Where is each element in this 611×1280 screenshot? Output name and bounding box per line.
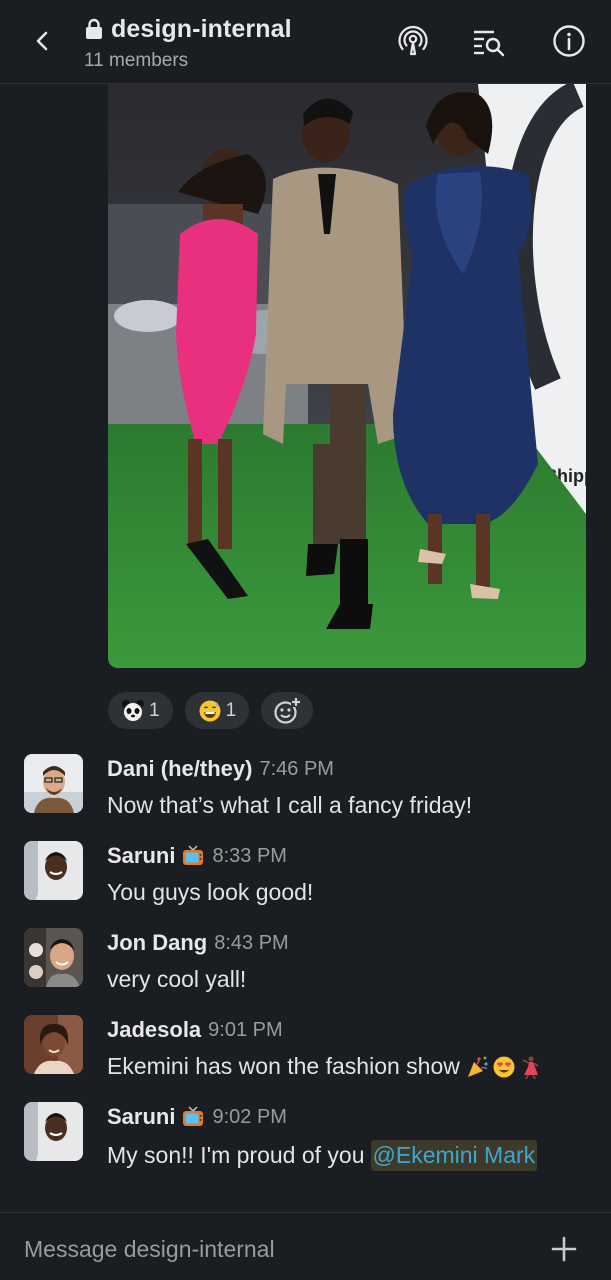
reaction-count: 1 — [149, 699, 160, 721]
member-count: 11 members — [84, 50, 189, 71]
message-text: Now that’s what I call a fancy friday! — [107, 792, 473, 818]
photo-three-people: Chipp — [108, 84, 586, 668]
message-item: Jon Dang 8:43 PM very cool yall! — [0, 926, 611, 1006]
tv-icon — [183, 1106, 204, 1126]
message-item: Jadesola 9:01 PM Ekemini has won the fas… — [0, 1013, 611, 1093]
plus-icon[interactable] — [550, 1235, 578, 1263]
grinning-sweat-icon — [199, 700, 221, 721]
tv-icon — [183, 845, 204, 865]
timestamp: 9:01 PM — [208, 1018, 283, 1041]
timestamp: 8:33 PM — [212, 844, 287, 867]
heart-eyes-icon — [493, 1056, 515, 1077]
panda-face-icon — [122, 699, 144, 721]
reaction-panda[interactable]: 1 — [108, 692, 173, 729]
dancer-icon — [522, 1056, 539, 1079]
timestamp: 9:02 PM — [212, 1105, 287, 1128]
avatar[interactable] — [24, 928, 83, 987]
podcast-icon[interactable] — [396, 24, 430, 58]
timestamp: 8:43 PM — [214, 931, 289, 954]
sender-name[interactable]: Dani (he/they) — [107, 756, 252, 782]
message-text: You guys look good! — [107, 879, 314, 905]
sender-name[interactable]: Jon Dang — [107, 930, 207, 956]
user-mention[interactable]: @Ekemini Mark — [370, 1140, 538, 1171]
add-emoji-icon — [274, 696, 302, 724]
sender-name[interactable]: Saruni — [107, 1104, 175, 1130]
info-icon[interactable] — [552, 24, 586, 58]
message-item: Dani (he/they) 7:46 PM Now that’s what I… — [0, 752, 611, 832]
message-composer — [0, 1212, 611, 1280]
avatar[interactable] — [24, 1015, 83, 1074]
message-item: Saruni 9:02 PM My son!! I'm proud of you… — [0, 1100, 611, 1180]
reaction-grin[interactable]: 1 — [184, 692, 250, 729]
reaction-count: 1 — [225, 699, 237, 721]
avatar[interactable] — [24, 841, 83, 900]
reactions-row: 1 1 — [108, 692, 314, 729]
channel-name: design-internal — [111, 14, 292, 43]
add-reaction-button[interactable] — [261, 692, 314, 729]
lock-icon — [86, 18, 102, 39]
channel-title-area[interactable]: design-internal 11 members — [84, 14, 292, 72]
chevron-left-icon[interactable] — [28, 26, 56, 56]
sender-name[interactable]: Saruni — [107, 843, 175, 869]
avatar[interactable] — [24, 1102, 83, 1161]
message-text: very cool yall! — [107, 966, 247, 992]
sender-name[interactable]: Jadesola — [107, 1017, 201, 1043]
timestamp: 7:46 PM — [259, 757, 334, 780]
search-icon[interactable] — [472, 24, 506, 58]
message-input[interactable] — [24, 1231, 504, 1267]
avatar[interactable] — [24, 754, 83, 813]
channel-header: design-internal 11 members — [0, 0, 611, 84]
message-item: Saruni 8:33 PM You guys look good! — [0, 839, 611, 919]
message-text: Ekemini has won the fashion show — [107, 1053, 542, 1080]
image-attachment[interactable]: Chipp — [108, 84, 586, 668]
message-text: My son!! I'm proud of you @Ekemini Mark — [107, 1140, 538, 1171]
party-popper-icon — [467, 1056, 488, 1077]
